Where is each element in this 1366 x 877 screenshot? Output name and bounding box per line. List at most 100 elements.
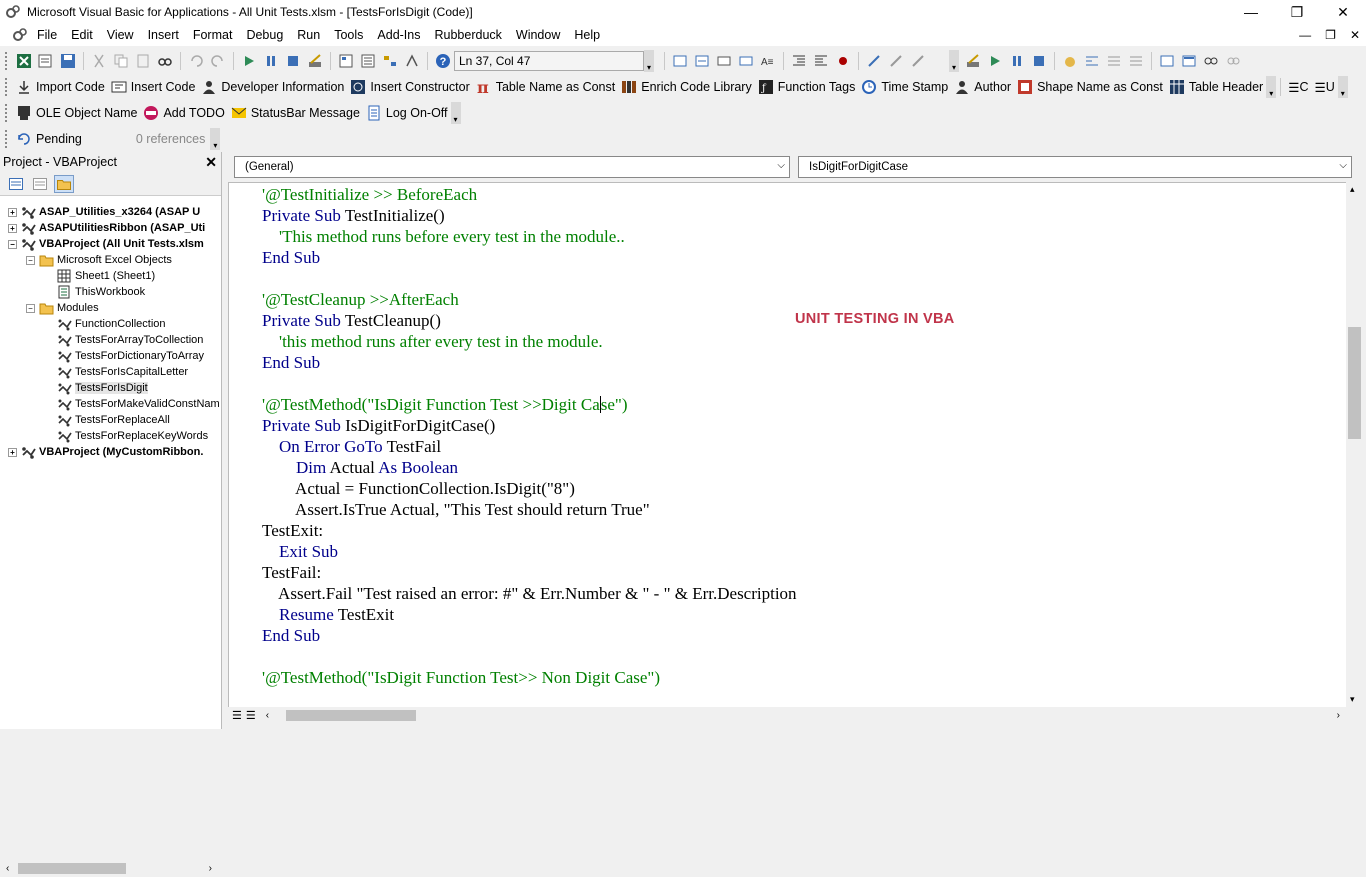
time-stamp-button[interactable]: Time Stamp <box>858 76 951 98</box>
code-line[interactable]: Dim Actual As Boolean <box>262 457 797 478</box>
step-over-icon[interactable] <box>1106 53 1122 69</box>
menu-window[interactable]: Window <box>509 28 567 42</box>
code-editor[interactable]: '@TestInitialize >> BeforeEach Private Su… <box>228 182 1346 707</box>
function-tags-button[interactable]: ƒ Function Tags <box>755 76 859 98</box>
procedure-view-icon[interactable]: ☰ <box>232 709 242 722</box>
code-line[interactable]: End Sub <box>262 352 797 373</box>
table-header-button[interactable]: Table Header <box>1166 76 1266 98</box>
toggle-bookmark-icon[interactable] <box>910 53 926 69</box>
design-mode-icon[interactable] <box>307 53 323 69</box>
code-line[interactable]: TestFail: <box>262 562 797 583</box>
tree-item[interactable]: + VBAProject (MyCustomRibbon. <box>0 444 220 460</box>
custom-toolbar-1-options-icon[interactable]: ▾ <box>1266 76 1277 98</box>
tree-item[interactable]: + ASAPUtilitiesRibbon (ASAP_Uti <box>0 220 220 236</box>
code-line[interactable]: On Error GoTo TestFail <box>262 436 797 457</box>
mdi-close-button[interactable]: ✕ <box>1350 28 1360 42</box>
code-line[interactable]: Actual = FunctionCollection.IsDigit("8") <box>262 478 797 499</box>
toolbox-icon[interactable] <box>404 53 420 69</box>
reset-icon[interactable] <box>285 53 301 69</box>
insert-code-button[interactable]: Insert Code <box>108 76 199 98</box>
code-line[interactable]: Private Sub IsDigitForDigitCase() <box>262 415 797 436</box>
code-line[interactable]: End Sub <box>262 247 797 268</box>
code-line[interactable]: '@TestInitialize >> BeforeEach <box>262 184 797 205</box>
tree-item[interactable]: Sheet1 (Sheet1) <box>0 268 220 284</box>
list-constants-icon[interactable] <box>694 53 710 69</box>
code-vscroll-thumb[interactable] <box>1348 327 1361 439</box>
menu-edit[interactable]: Edit <box>64 28 100 42</box>
scroll-right-icon[interactable]: › <box>1337 710 1340 721</box>
references-count[interactable]: 0 references <box>133 128 208 150</box>
minimize-button[interactable]: — <box>1228 0 1274 24</box>
toolbar-grip[interactable] <box>5 52 9 70</box>
restore-button[interactable]: ❐ <box>1274 0 1320 24</box>
shape-name-as-const-button[interactable]: Shape Name as Const <box>1014 76 1166 98</box>
code-line[interactable]: Assert.IsTrue Actual, "This Test should … <box>262 499 797 520</box>
menu-debug[interactable]: Debug <box>239 28 290 42</box>
copy-icon[interactable] <box>113 53 129 69</box>
mdi-minimize-button[interactable]: — <box>1299 28 1311 42</box>
procedure-combo[interactable]: IsDigitForDigitCase ⌵ <box>798 156 1352 178</box>
rubberduck-toolbar-options-icon[interactable]: ▾ <box>210 128 221 150</box>
object-combo[interactable]: (General) ⌵ <box>234 156 790 178</box>
break-icon[interactable] <box>263 53 279 69</box>
code-line[interactable]: 'this method runs after every test in th… <box>262 331 797 352</box>
paste-icon[interactable] <box>135 53 151 69</box>
code-line[interactable]: Resume TestExit <box>262 604 797 625</box>
find-icon[interactable] <box>157 53 173 69</box>
tree-item[interactable]: TestsForMakeValidConstNam <box>0 396 220 412</box>
tree-item[interactable]: − VBAProject (All Unit Tests.xlsm <box>0 236 220 252</box>
code-line[interactable] <box>262 373 797 394</box>
debug-run-icon[interactable] <box>987 53 1003 69</box>
scroll-right-icon[interactable]: › <box>209 863 212 874</box>
menu-format[interactable]: Format <box>186 28 240 42</box>
undo-icon[interactable] <box>188 53 204 69</box>
code-hscroll-thumb[interactable] <box>286 710 416 721</box>
locals-window-icon[interactable] <box>1159 53 1175 69</box>
complete-word-icon[interactable]: A≡ <box>760 53 776 69</box>
toolbar-c-button[interactable]: ☰ C <box>1285 76 1311 98</box>
toolbar-options-icon[interactable]: ▾ <box>644 50 654 72</box>
step-out-icon[interactable] <box>1128 53 1144 69</box>
save-icon[interactable] <box>60 53 76 69</box>
help-icon[interactable]: ? <box>435 53 451 69</box>
toolbar-u-button[interactable]: ☰ U <box>1311 76 1337 98</box>
immediate-window-icon[interactable] <box>1181 53 1197 69</box>
tree-item[interactable]: TestsForReplaceKeyWords <box>0 428 220 444</box>
menu-rubberduck[interactable]: Rubberduck <box>428 28 509 42</box>
mdi-restore-button[interactable]: ❐ <box>1325 28 1336 42</box>
collapse-icon[interactable]: − <box>26 255 35 265</box>
menu-file[interactable]: File <box>30 28 64 42</box>
tree-item[interactable]: TestsForDictionaryToArray <box>0 348 220 364</box>
code-line[interactable]: 'This method runs before every test in t… <box>262 226 797 247</box>
tree-item[interactable]: TestsForReplaceAll <box>0 412 220 428</box>
author-button[interactable]: Author <box>951 76 1014 98</box>
uncomment-block-icon[interactable] <box>888 53 904 69</box>
tree-item[interactable]: + ASAP_Utilities_x3264 (ASAP U <box>0 204 220 220</box>
ole-object-name-button[interactable]: OLE Object Name <box>13 102 140 124</box>
code-line[interactable] <box>262 646 797 667</box>
insert-constructor-button[interactable]: Insert Constructor <box>347 76 472 98</box>
code-line[interactable]: Private Sub TestInitialize() <box>262 205 797 226</box>
collapse-icon[interactable]: − <box>26 303 35 313</box>
code-line[interactable]: Private Sub TestCleanup() <box>262 310 797 331</box>
code-line[interactable]: '@TestMethod("IsDigit Function Test>> No… <box>262 667 797 688</box>
quick-watch-icon[interactable] <box>1225 53 1241 69</box>
list-properties-icon[interactable] <box>672 53 688 69</box>
breakpoint-hand-icon[interactable] <box>1062 53 1078 69</box>
tree-item[interactable]: TestsForIsDigit <box>0 380 220 396</box>
toolbar-grip[interactable] <box>5 130 9 148</box>
toolbar-grip[interactable] <box>5 78 9 96</box>
code-hscrollbar[interactable]: ☰ ☰ ‹ › <box>228 707 1366 724</box>
code-line[interactable]: Assert.Fail "Test raised an error: #" & … <box>262 583 797 604</box>
debug-break-icon[interactable] <box>1009 53 1025 69</box>
code-line[interactable]: '@TestMethod("IsDigit Function Test >>Di… <box>262 394 797 415</box>
comment-block-icon[interactable] <box>866 53 882 69</box>
parameter-info-icon[interactable] <box>738 53 754 69</box>
tree-item[interactable]: TestsForArrayToCollection <box>0 332 220 348</box>
toggle-breakpoint-icon[interactable] <box>835 53 851 69</box>
properties-icon[interactable] <box>360 53 376 69</box>
object-browser-icon[interactable] <box>382 53 398 69</box>
step-into-icon[interactable] <box>1084 53 1100 69</box>
project-explorer-icon[interactable] <box>338 53 354 69</box>
tree-item[interactable]: ThisWorkbook <box>0 284 220 300</box>
